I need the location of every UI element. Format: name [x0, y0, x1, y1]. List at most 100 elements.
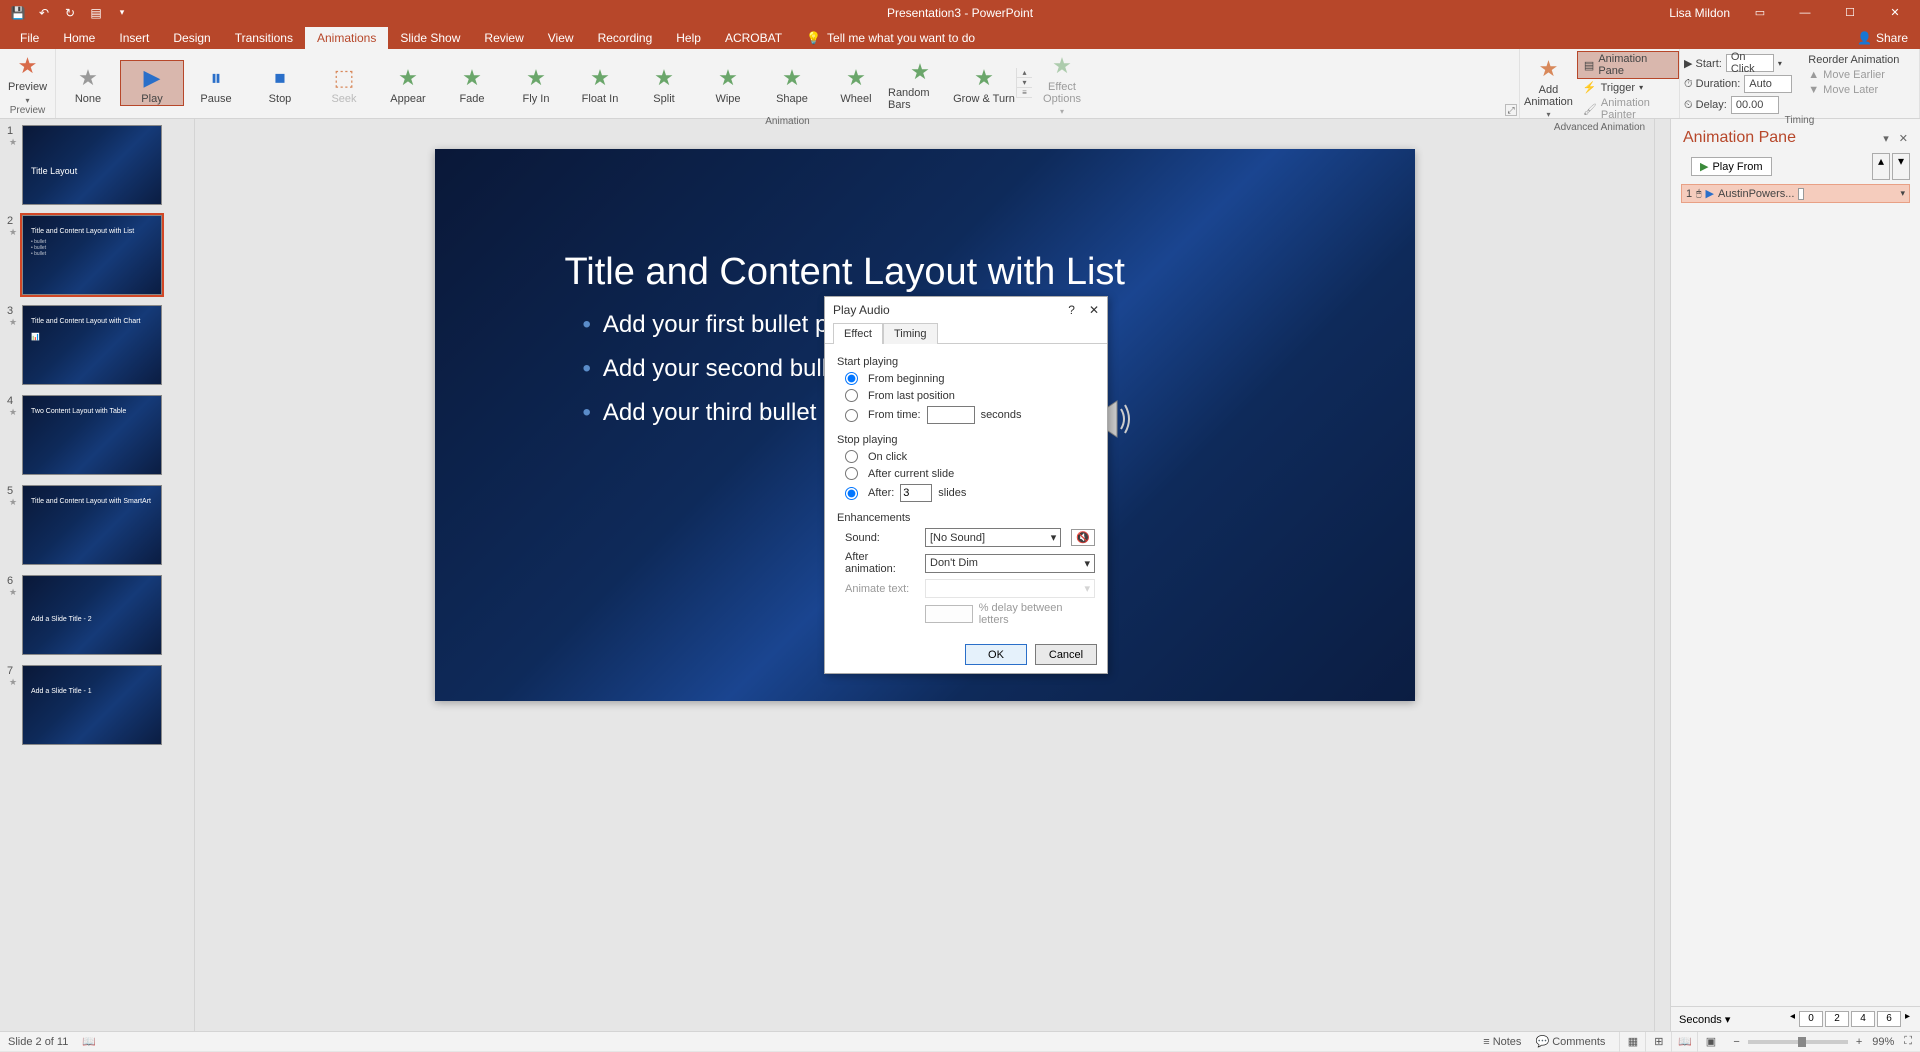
anim-pause[interactable]: ⏸Pause — [184, 61, 248, 105]
ribbon-options-icon[interactable]: ▭ — [1745, 0, 1775, 25]
slideshow-view-button[interactable]: ▣ — [1697, 1032, 1723, 1052]
move-earlier-button[interactable]: ▲ Move Earlier — [1802, 68, 1905, 82]
anim-stop[interactable]: ⏹Stop — [248, 61, 312, 105]
add-animation-button[interactable]: ★ AddAnimation ▾ — [1520, 52, 1577, 119]
tell-me[interactable]: 💡 Tell me what you want to do — [794, 27, 987, 49]
trigger-button[interactable]: ⚡Trigger ▾ — [1577, 80, 1679, 95]
zoom-out-button[interactable]: − — [1733, 1036, 1739, 1048]
dialog-close-icon[interactable]: ✕ — [1089, 303, 1099, 317]
tab-file[interactable]: File — [8, 27, 51, 49]
animation-item[interactable]: 1 🖱 ▶ AustinPowers... ▾ — [1681, 184, 1910, 203]
play-from-button[interactable]: ▶Play From — [1691, 157, 1772, 176]
thumb-3[interactable]: 3★ Title and Content Layout with Chart📊 — [6, 305, 194, 385]
radio-after-n[interactable]: After: slides — [837, 482, 1095, 504]
slide-title[interactable]: Title and Content Layout with List — [565, 251, 1125, 294]
anim-wheel[interactable]: ★Wheel — [824, 61, 888, 105]
tab-recording[interactable]: Recording — [586, 27, 665, 49]
radio-on-click[interactable]: On click — [837, 448, 1095, 465]
thumb-2[interactable]: 2★ Title and Content Layout with List• b… — [6, 215, 194, 295]
pane-options-icon[interactable]: ▾ — [1883, 133, 1889, 145]
radio-from-last[interactable]: From last position — [837, 387, 1095, 404]
animation-pane-button[interactable]: ▤Animation Pane — [1577, 51, 1679, 79]
undo-icon[interactable]: ↶ — [36, 5, 52, 21]
slide-counter[interactable]: Slide 2 of 11 — [8, 1036, 68, 1048]
anim-shape[interactable]: ★Shape — [760, 61, 824, 105]
spellcheck-icon[interactable]: 📖 — [82, 1035, 96, 1048]
notes-button[interactable]: ≡ Notes — [1483, 1036, 1521, 1048]
zoom-slider[interactable] — [1748, 1040, 1848, 1044]
tab-help[interactable]: Help — [664, 27, 713, 49]
preview-button[interactable]: ★ Preview ▾ — [0, 49, 55, 104]
reading-view-button[interactable]: 📖 — [1671, 1032, 1697, 1052]
tl-next-icon[interactable]: ▸ — [1903, 1011, 1912, 1027]
minimize-button[interactable]: — — [1790, 0, 1820, 25]
start-field[interactable]: On Click — [1726, 54, 1774, 72]
redo-icon[interactable]: ↻ — [62, 5, 78, 21]
anim-randombars[interactable]: ★Random Bars — [888, 55, 952, 111]
close-button[interactable]: ✕ — [1880, 0, 1910, 25]
anim-fade[interactable]: ★Fade — [440, 61, 504, 105]
tab-transitions[interactable]: Transitions — [223, 27, 305, 49]
sound-combo[interactable]: [No Sound]▾ — [925, 528, 1061, 547]
move-down-button[interactable]: ▾ — [1892, 153, 1910, 180]
effect-options-button[interactable]: ★ EffectOptions ▾ — [1032, 49, 1092, 116]
zoom-level[interactable]: 99% — [1872, 1036, 1894, 1048]
zoom-in-button[interactable]: + — [1856, 1036, 1862, 1048]
user-name[interactable]: Lisa Mildon — [1669, 6, 1730, 20]
radio-from-time[interactable]: From time: seconds — [837, 404, 1095, 426]
radio-after-current[interactable]: After current slide — [837, 465, 1095, 482]
move-up-button[interactable]: ▴ — [1872, 153, 1890, 180]
tab-acrobat[interactable]: ACROBAT — [713, 27, 794, 49]
tab-animations[interactable]: Animations — [305, 27, 388, 49]
share-button[interactable]: 👤 Share — [1845, 27, 1920, 49]
start-from-beginning-icon[interactable]: ▤ — [88, 5, 104, 21]
tab-insert[interactable]: Insert — [107, 27, 161, 49]
tab-slideshow[interactable]: Slide Show — [388, 27, 472, 49]
cancel-button[interactable]: Cancel — [1035, 644, 1097, 665]
thumb-4[interactable]: 4★ Two Content Layout with Table — [6, 395, 194, 475]
after-animation-combo[interactable]: Don't Dim▾ — [925, 554, 1095, 573]
anim-split[interactable]: ★Split — [632, 61, 696, 105]
thumb-5[interactable]: 5★ Title and Content Layout with SmartAr… — [6, 485, 194, 565]
delay-field[interactable]: 00.00 — [1731, 96, 1779, 114]
anim-wipe[interactable]: ★Wipe — [696, 61, 760, 105]
anim-flyin[interactable]: ★Fly In — [504, 61, 568, 105]
tab-view[interactable]: View — [536, 27, 586, 49]
sound-preview-icon[interactable]: 🔇 — [1071, 529, 1095, 546]
anim-seek[interactable]: ⬚Seek — [312, 61, 376, 105]
tab-design[interactable]: Design — [161, 27, 222, 49]
dialog-help-icon[interactable]: ? — [1068, 303, 1075, 317]
tl-prev-icon[interactable]: ◂ — [1788, 1011, 1797, 1027]
anim-none[interactable]: ★None — [56, 61, 120, 105]
anim-appear[interactable]: ★Appear — [376, 61, 440, 105]
duration-field[interactable]: Auto — [1744, 75, 1792, 93]
radio-from-beginning[interactable]: From beginning — [837, 370, 1095, 387]
thumb-1[interactable]: 1★ Title Layout — [6, 125, 194, 205]
thumb-6[interactable]: 6★ Add a Slide Title - 2 — [6, 575, 194, 655]
gallery-scroll[interactable]: ▴▾≡ — [1016, 68, 1032, 98]
move-later-button[interactable]: ▼ Move Later — [1802, 83, 1905, 97]
tab-home[interactable]: Home — [51, 27, 107, 49]
ok-button[interactable]: OK — [965, 644, 1027, 665]
tab-timing[interactable]: Timing — [883, 323, 938, 344]
thumb-7[interactable]: 7★ Add a Slide Title - 1 — [6, 665, 194, 745]
anim-growturn[interactable]: ★Grow & Turn — [952, 61, 1016, 105]
seconds-label[interactable]: Seconds — [1679, 1014, 1722, 1026]
sorter-view-button[interactable]: ⊞ — [1645, 1032, 1671, 1052]
normal-view-button[interactable]: ▦ — [1619, 1032, 1645, 1052]
after-slides-input[interactable] — [900, 484, 932, 502]
comments-button[interactable]: 💬 Comments — [1535, 1035, 1605, 1048]
pane-close-icon[interactable]: ✕ — [1899, 133, 1908, 145]
tab-review[interactable]: Review — [472, 27, 535, 49]
fit-to-window-button[interactable]: ⛶ — [1904, 1035, 1912, 1048]
slide-thumbnails[interactable]: 1★ Title Layout 2★ Title and Content Lay… — [0, 119, 195, 1031]
anim-floatin[interactable]: ★Float In — [568, 61, 632, 105]
from-time-input[interactable] — [927, 406, 975, 424]
chevron-down-icon[interactable]: ▾ — [1900, 188, 1905, 199]
anim-play[interactable]: ▶Play — [120, 60, 184, 106]
save-icon[interactable]: 💾 — [10, 5, 26, 21]
maximize-button[interactable]: ☐ — [1835, 0, 1865, 25]
animation-dialog-launcher[interactable]: ⤢ — [1505, 104, 1517, 116]
editor-scrollbar[interactable] — [1654, 119, 1670, 1031]
tab-effect[interactable]: Effect — [833, 323, 883, 344]
